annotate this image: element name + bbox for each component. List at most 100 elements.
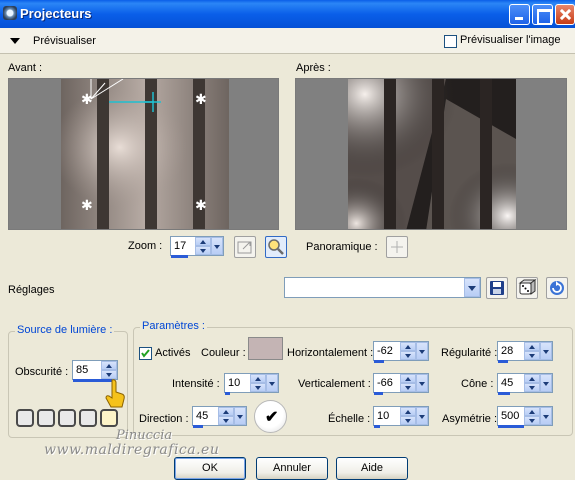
- scale-slider-bar[interactable]: [374, 425, 380, 428]
- scale-spin-buttons[interactable]: [400, 407, 416, 425]
- vertical-value[interactable]: -66: [377, 377, 393, 389]
- light-2-button[interactable]: [37, 409, 55, 427]
- intensity-spin-buttons[interactable]: [250, 374, 266, 392]
- minimize-button[interactable]: [509, 4, 530, 25]
- svg-text:✱: ✱: [81, 198, 93, 214]
- close-button[interactable]: [555, 4, 575, 25]
- light-1-button[interactable]: [16, 409, 34, 427]
- preview-image-label[interactable]: Prévisualiser l'image: [460, 34, 561, 46]
- after-preview: [295, 78, 567, 230]
- cone-label: Cône :: [461, 378, 494, 390]
- regularity-spin-buttons[interactable]: [524, 342, 540, 360]
- cone-spinner[interactable]: 45: [497, 373, 553, 395]
- direction-spin-buttons[interactable]: [218, 407, 234, 425]
- enabled-label[interactable]: Activés: [155, 347, 190, 359]
- cone-value[interactable]: 45: [501, 377, 513, 389]
- vertical-spinner[interactable]: -66: [373, 373, 429, 395]
- before-preview[interactable]: ✱ ✱ ✱ ✱: [8, 78, 279, 230]
- before-image: ✱ ✱ ✱ ✱: [9, 79, 278, 229]
- zoom-spinner[interactable]: 17: [170, 236, 224, 258]
- reset-button[interactable]: [546, 277, 568, 299]
- zoom-tool-button[interactable]: [265, 236, 287, 258]
- light-5-button[interactable]: [100, 409, 118, 427]
- direction-slider-bar[interactable]: [193, 425, 203, 428]
- presets-combo[interactable]: [284, 277, 481, 298]
- preview-label[interactable]: Prévisualiser: [33, 35, 96, 47]
- color-swatch[interactable]: [248, 337, 283, 360]
- cone-spin-buttons[interactable]: [524, 374, 540, 392]
- zoom-label: Zoom :: [128, 240, 163, 252]
- light-4-button[interactable]: [79, 409, 97, 427]
- darkness-value[interactable]: 85: [76, 364, 88, 376]
- horizontal-value[interactable]: -62: [377, 345, 393, 357]
- asymmetry-slider-bar[interactable]: [498, 425, 524, 428]
- direction-dropdown-icon[interactable]: [234, 407, 246, 425]
- asymmetry-dropdown-icon[interactable]: [540, 407, 552, 425]
- random-preset-button[interactable]: [516, 277, 538, 299]
- preview-image-checkbox[interactable]: [444, 35, 457, 48]
- asymmetry-spin-buttons[interactable]: [524, 407, 540, 425]
- save-preset-button[interactable]: [486, 277, 508, 299]
- ok-button[interactable]: OK: [174, 457, 246, 480]
- intensity-spinner[interactable]: 10: [224, 373, 279, 395]
- scale-value[interactable]: 10: [377, 410, 389, 422]
- before-label: Avant :: [8, 62, 43, 74]
- zoom-value[interactable]: 17: [174, 240, 186, 252]
- dice-icon: [518, 279, 537, 295]
- app-icon: [3, 6, 17, 20]
- horizontal-slider-bar[interactable]: [374, 360, 384, 363]
- scale-dropdown-icon[interactable]: [416, 407, 428, 425]
- zoom-dropdown-icon[interactable]: [211, 237, 223, 255]
- maximize-button[interactable]: [532, 4, 553, 25]
- title-bar: Projecteurs: [0, 0, 575, 28]
- pointer-hand-icon: [105, 379, 125, 408]
- intensity-dropdown-icon[interactable]: [266, 374, 278, 392]
- horizontal-spinner[interactable]: -62: [373, 341, 429, 363]
- vertical-dropdown-icon[interactable]: [416, 374, 428, 392]
- pan-button[interactable]: [386, 236, 408, 258]
- darkness-spinner[interactable]: 85: [72, 360, 118, 382]
- help-button[interactable]: Aide: [336, 457, 408, 480]
- regularity-slider-bar[interactable]: [498, 360, 508, 363]
- light-3-button[interactable]: [58, 409, 76, 427]
- asymmetry-spinner[interactable]: 500: [497, 406, 553, 428]
- window-title: Projecteurs: [20, 6, 92, 21]
- direction-dial[interactable]: ✔: [254, 400, 287, 433]
- cone-slider-bar[interactable]: [498, 392, 510, 395]
- cone-dropdown-icon[interactable]: [540, 374, 552, 392]
- svg-text:✱: ✱: [195, 198, 207, 214]
- asymmetry-value[interactable]: 500: [501, 410, 519, 422]
- scale-label: Échelle :: [328, 413, 371, 425]
- regularity-dropdown-icon[interactable]: [540, 342, 552, 360]
- fit-window-button[interactable]: [234, 236, 256, 258]
- pan-crosshair-icon: [391, 241, 403, 253]
- fit-window-icon: [237, 241, 252, 254]
- intensity-slider-bar[interactable]: [225, 392, 230, 395]
- intensity-value[interactable]: 10: [228, 377, 240, 389]
- parameters-legend: Paramètres :: [140, 320, 207, 332]
- horizontal-dropdown-icon[interactable]: [416, 342, 428, 360]
- asymmetry-label: Asymétrie :: [442, 413, 498, 425]
- darkness-spin-buttons[interactable]: [101, 361, 117, 379]
- presets-dropdown-icon[interactable]: [464, 278, 480, 297]
- regularity-value[interactable]: 28: [501, 345, 513, 357]
- scale-spinner[interactable]: 10: [373, 406, 429, 428]
- regularity-spinner[interactable]: 28: [497, 341, 553, 363]
- collapse-arrow-icon[interactable]: [10, 38, 20, 44]
- direction-spinner[interactable]: 45: [192, 406, 247, 428]
- magnifier-icon: [268, 239, 284, 255]
- after-label: Après :: [296, 62, 331, 74]
- cancel-button[interactable]: Annuler: [256, 457, 328, 480]
- vertical-spin-buttons[interactable]: [400, 374, 416, 392]
- enabled-checkbox[interactable]: [139, 347, 152, 360]
- pan-label: Panoramique :: [306, 241, 378, 253]
- svg-text:✱: ✱: [81, 92, 93, 108]
- horizontal-spin-buttons[interactable]: [400, 342, 416, 360]
- vertical-slider-bar[interactable]: [374, 392, 383, 395]
- light-source-legend: Source de lumière :: [15, 324, 115, 336]
- vertical-label: Verticalement :: [298, 378, 371, 390]
- zoom-slider-bar[interactable]: [171, 255, 188, 258]
- color-label: Couleur :: [201, 347, 246, 359]
- direction-value[interactable]: 45: [196, 410, 208, 422]
- zoom-spin-buttons[interactable]: [195, 237, 211, 255]
